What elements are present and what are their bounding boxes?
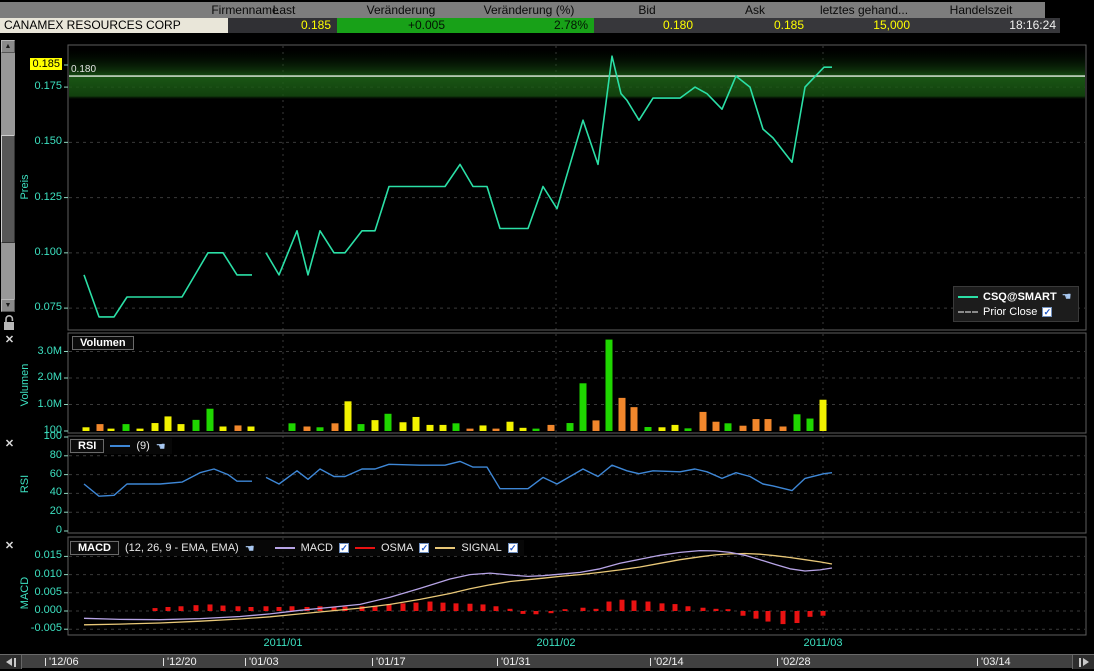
time-axis-tick xyxy=(777,658,778,666)
col-header-firmenname: Firmenname xyxy=(211,3,278,17)
axis-tick-label: 2.0M xyxy=(0,371,62,384)
time-axis-label: '01/03 xyxy=(249,656,279,668)
axis-tick-label: 20 xyxy=(0,505,62,518)
time-axis-label: '12/06 xyxy=(49,656,79,668)
axis-tick-label: -0.005 xyxy=(0,622,62,635)
prior-close-legend-label: Prior Close xyxy=(983,306,1037,318)
rsi-param-label: (9) xyxy=(136,440,149,452)
scroll-left-button[interactable] xyxy=(0,655,22,669)
time-axis-tick xyxy=(245,658,246,666)
right-arrow-icon xyxy=(1083,658,1089,666)
axis-tick-label: 0.010 xyxy=(0,568,62,581)
last-size-cell[interactable]: 15,000 xyxy=(810,18,918,33)
prior-close-value-label: 0.180 xyxy=(71,64,96,75)
col-header-veraenderung-pct: Veränderung (%) xyxy=(484,3,575,17)
drag-hand-icon[interactable]: ☚ xyxy=(156,440,166,453)
axis-tick-label: 60 xyxy=(0,468,62,481)
time-scrollbar[interactable]: '12/06 '12/20 '01/03 '01/17 '01/31 '02/14 '02/… xyxy=(0,654,1094,668)
time-axis-label: '02/14 xyxy=(654,656,684,668)
month-label: 2011/02 xyxy=(537,637,576,649)
last-price-cell[interactable]: 0.185 xyxy=(228,18,337,33)
change-pct-cell[interactable]: 2.78% xyxy=(465,18,594,33)
col-header-last: Last xyxy=(273,3,296,17)
quote-header-row: Firmenname Last Veränderung Veränderung … xyxy=(0,2,1045,18)
axis-tick-label: 0.075 xyxy=(0,301,62,314)
macd-legend-label: MACD xyxy=(301,542,333,554)
rsi-line-sample xyxy=(110,445,130,447)
axis-tick-label: 80 xyxy=(0,449,62,462)
quote-data-row[interactable]: CANAMEX RESOURCES CORP 0.185 +0.005 2.78… xyxy=(0,18,1060,33)
axis-tick-label: 1.0M xyxy=(0,398,62,411)
osma-line-sample xyxy=(355,547,375,549)
time-axis-tick xyxy=(372,658,373,666)
time-axis-tick xyxy=(977,658,978,666)
macd-param-label: (12, 26, 9 - EMA, EMA) xyxy=(125,542,239,554)
drag-hand-icon[interactable]: ☚ xyxy=(1062,290,1072,303)
signal-checkbox[interactable]: ✓ xyxy=(508,543,518,553)
col-header-bid: Bid xyxy=(638,3,655,17)
right-bar-icon xyxy=(1079,658,1081,667)
ask-cell[interactable]: 0.185 xyxy=(700,18,810,33)
signal-line-sample xyxy=(435,547,455,549)
left-arrow-icon xyxy=(6,658,12,666)
osma-checkbox[interactable]: ✓ xyxy=(419,543,429,553)
time-axis-tick xyxy=(163,658,164,666)
time-axis-label: '03/14 xyxy=(981,656,1011,668)
rsi-panel-header: RSI (9) ☚ xyxy=(70,438,172,454)
series-line-sample xyxy=(958,296,978,298)
rsi-panel-button[interactable]: RSI xyxy=(70,439,104,453)
price-legend: CSQ@SMART ☚ Prior Close ✓ xyxy=(953,286,1079,322)
axis-tick-label: 3.0M xyxy=(0,345,62,358)
axis-tick-label: 100 xyxy=(0,430,62,443)
change-cell[interactable]: +0.005 xyxy=(337,18,465,33)
macd-panel-header: MACD (12, 26, 9 - EMA, EMA) ☚ MACD ✓ OSM… xyxy=(70,540,524,556)
time-axis-label: '01/17 xyxy=(376,656,406,668)
axis-tick-label: 40 xyxy=(0,486,62,499)
last-price-axis-marker: 0.185 xyxy=(0,58,62,71)
axis-tick-label: 0.000 xyxy=(0,604,62,617)
macd-checkbox[interactable]: ✓ xyxy=(339,543,349,553)
time-axis-tick xyxy=(497,658,498,666)
col-header-veraenderung: Veränderung xyxy=(367,3,436,17)
scroll-up-button[interactable]: ▲ xyxy=(1,40,15,53)
drag-hand-icon[interactable]: ☚ xyxy=(245,542,255,555)
axis-tick-label: 0 xyxy=(0,524,62,537)
axis-tick-label: 0.005 xyxy=(0,586,62,599)
osma-legend-label: OSMA xyxy=(381,542,413,554)
macd-line-sample xyxy=(275,547,295,549)
axis-tick-label: 0.015 xyxy=(0,549,62,562)
prior-close-checkbox[interactable]: ✓ xyxy=(1042,307,1052,317)
bid-cell[interactable]: 0.180 xyxy=(594,18,700,33)
prior-close-line-sample xyxy=(958,311,978,313)
signal-legend-label: SIGNAL xyxy=(461,542,501,554)
axis-tick-label: 0.175 xyxy=(0,80,62,93)
time-axis-tick xyxy=(45,658,46,666)
col-header-ask: Ask xyxy=(745,3,765,17)
axis-tick-label: 0.150 xyxy=(0,135,62,148)
left-bar-icon xyxy=(14,658,16,667)
time-axis-label: '01/31 xyxy=(501,656,531,668)
volume-panel-button[interactable]: Volumen xyxy=(72,336,134,350)
month-label: 2011/01 xyxy=(264,637,303,649)
axis-tick-label: 0.125 xyxy=(0,191,62,204)
col-header-handelszeit: Handelszeit xyxy=(950,3,1013,17)
col-header-last-size: letztes gehand... xyxy=(820,3,908,17)
time-axis-tick xyxy=(650,658,651,666)
chart-plot-area[interactable] xyxy=(0,0,1094,671)
company-name-cell[interactable]: CANAMEX RESOURCES CORP xyxy=(0,18,228,33)
unlock-icon[interactable] xyxy=(2,314,16,332)
trade-time-cell[interactable]: 18:16:24 xyxy=(918,18,1060,33)
time-axis-label: '02/28 xyxy=(781,656,811,668)
macd-panel-button[interactable]: MACD xyxy=(70,541,119,555)
scroll-right-button[interactable] xyxy=(1072,655,1094,669)
axis-tick-label: 0.100 xyxy=(0,246,62,259)
time-axis-label: '12/20 xyxy=(167,656,197,668)
month-label: 2011/03 xyxy=(804,637,843,649)
series-legend-label: CSQ@SMART xyxy=(983,291,1057,303)
scrollbar-thumb[interactable] xyxy=(1,135,15,243)
